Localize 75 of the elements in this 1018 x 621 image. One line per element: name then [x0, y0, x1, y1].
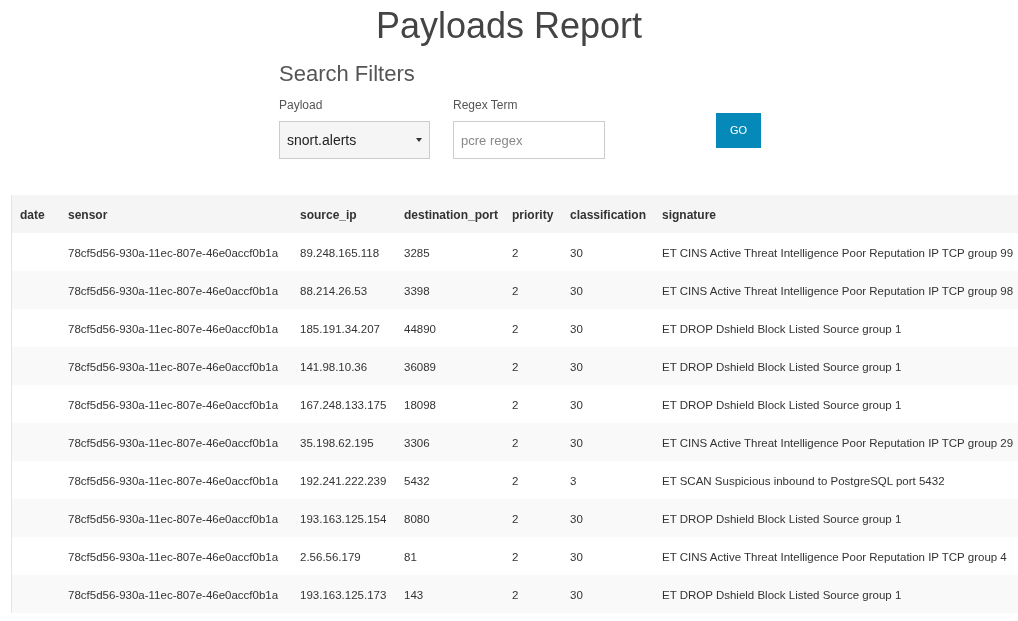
table-cell: 3398	[404, 285, 430, 297]
column-header: date	[20, 208, 45, 222]
table-cell: 141.98.10.36	[300, 361, 368, 373]
table-cell: ET CINS Active Threat Intelligence Poor Reputation IP TCP group 99	[662, 247, 1014, 259]
table-cell: 81	[404, 551, 417, 563]
table-cell: 3	[570, 475, 577, 487]
table-cell: 30	[570, 285, 583, 297]
table-cell: ET CINS Active Threat Intelligence Poor Reputation IP TCP group 98	[662, 285, 1014, 297]
table-cell: 35.198.62.195	[300, 437, 374, 449]
section-heading: Search Filters	[279, 60, 415, 88]
table-cell: 2	[512, 513, 519, 525]
table-cell: 78cf5d56-930a-11ec-807e-46e0accf0b1a	[68, 437, 279, 449]
table-cell: 78cf5d56-930a-11ec-807e-46e0accf0b1a	[68, 513, 279, 525]
go-button[interactable]: GO	[716, 113, 761, 148]
column-header: sensor	[68, 208, 108, 222]
table-cell: 78cf5d56-930a-11ec-807e-46e0accf0b1a	[68, 323, 279, 335]
field-label: Regex Term	[453, 97, 518, 114]
table-cell: 30	[570, 399, 583, 411]
table-cell: 78cf5d56-930a-11ec-807e-46e0accf0b1a	[68, 399, 279, 411]
table-cell: 2	[512, 589, 519, 601]
payload-select[interactable]: snort.alerts	[279, 121, 430, 159]
table-cell: 78cf5d56-930a-11ec-807e-46e0accf0b1a	[68, 361, 279, 373]
regex-field[interactable]: pcre regex	[453, 121, 605, 159]
table-cell: 30	[570, 247, 583, 259]
table-cell: 2	[512, 399, 519, 411]
field-label: Payload	[279, 97, 323, 114]
table-cell: 2	[512, 285, 519, 297]
table-cell: 30	[570, 551, 583, 563]
column-header: signature	[662, 208, 716, 222]
table-cell: 36089	[404, 361, 436, 373]
table-cell: 143	[404, 589, 424, 601]
table-cell: 78cf5d56-930a-11ec-807e-46e0accf0b1a	[68, 247, 279, 259]
table-cell: 78cf5d56-930a-11ec-807e-46e0accf0b1a	[68, 551, 279, 563]
table-cell: ET CINS Active Threat Intelligence Poor Reputation IP TCP group 29	[662, 437, 1014, 449]
table-cell: ET DROP Dshield Block Listed Source group 1	[662, 589, 902, 601]
column-header: destination_port	[404, 208, 498, 222]
table-cell: 167.248.133.175	[300, 399, 387, 411]
table-cell: ET DROP Dshield Block Listed Source group 1	[662, 399, 902, 411]
table-cell: 2	[512, 437, 519, 449]
table-cell: 2	[512, 247, 519, 259]
table-cell: 192.241.222.239	[300, 475, 387, 487]
table-cell: 3306	[404, 437, 430, 449]
table-cell: 2	[512, 323, 519, 335]
table-cell: 2.56.56.179	[300, 551, 361, 563]
table-cell: ET DROP Dshield Block Listed Source group 1	[662, 323, 902, 335]
table-cell: ET DROP Dshield Block Listed Source group 1	[662, 513, 902, 525]
table-cell: 88.214.26.53	[300, 285, 368, 297]
table-cell: 78cf5d56-930a-11ec-807e-46e0accf0b1a	[68, 285, 279, 297]
table-cell: 2	[512, 361, 519, 373]
table-cell: 185.191.34.207	[300, 323, 380, 335]
table-cell: 30	[570, 513, 583, 525]
table-cell: 89.248.165.118	[300, 247, 380, 259]
table-cell: 78cf5d56-930a-11ec-807e-46e0accf0b1a	[68, 475, 279, 487]
table-cell: ET DROP Dshield Block Listed Source group 1	[662, 361, 902, 373]
table-cell: 30	[570, 323, 583, 335]
table-cell: 2	[512, 475, 519, 487]
table-cell: 2	[512, 551, 519, 563]
table-cell: 193.163.125.173	[300, 589, 387, 601]
table-cell: 3285	[404, 247, 430, 259]
table-cell: 30	[570, 361, 583, 373]
table-cell: 30	[570, 437, 583, 449]
table-cell: 5432	[404, 475, 430, 487]
table-cell: 78cf5d56-930a-11ec-807e-46e0accf0b1a	[68, 589, 279, 601]
page-title: Payloads Report	[375, 4, 643, 48]
table-cell: ET SCAN Suspicious inbound to PostgreSQL port 5432	[662, 475, 945, 487]
column-header: source_ip	[300, 208, 357, 222]
column-header: classification	[570, 208, 647, 222]
column-header: priority	[512, 208, 554, 222]
table-cell: 8080	[404, 513, 430, 525]
caret-icon	[416, 138, 422, 142]
table-cell: ET CINS Active Threat Intelligence Poor Reputation IP TCP group 4	[662, 551, 1007, 563]
table-cell: 18098	[404, 399, 436, 411]
table-cell: 193.163.125.154	[300, 513, 387, 525]
table-cell: 44890	[404, 323, 436, 335]
table-cell: 30	[570, 589, 583, 601]
